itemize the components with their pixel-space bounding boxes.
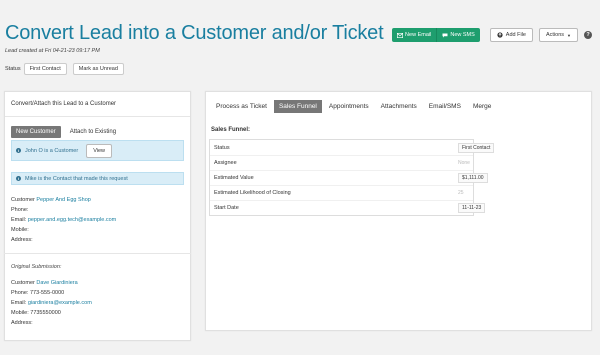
customer-subtabs: New Customer Attach to Existing [11,126,121,138]
new-email-label: New Email [405,32,432,38]
orig-mobile-row: Mobile: 7735550000 [11,310,61,316]
contact-alert: i Mike is the Contact that made this req… [11,172,184,185]
envelope-icon [397,32,404,38]
new-sms-label: New SMS [450,32,475,38]
funnel-row-start-date: Start Date 11-11-23 [210,200,486,215]
top-actions: New Email New SMS Add File Actions ▼ ? [392,28,592,42]
customer-email-link[interactable]: pepper.and.egg.tech@example.com [28,217,116,223]
actions-dropdown[interactable]: Actions ▼ [538,28,578,42]
orig-customer-link[interactable]: Dave Giardiniera [36,280,77,286]
status-badge[interactable]: First Contact [23,63,67,75]
customer-alert-text: John O is a Customer [25,147,79,154]
view-customer-button[interactable]: View [86,143,113,158]
funnel-estimated-value[interactable]: $1,111.00 [458,173,488,183]
customer-row: Customer Pepper And Egg Shop [11,197,91,203]
tab-sales-funnel[interactable]: Sales Funnel [273,100,322,113]
caret-down-icon: ▼ [567,32,571,38]
status-label: Status [5,66,21,72]
convert-panel-heading: Convert/Attach this Lead to a Customer [5,92,190,117]
tab-email-sms[interactable]: Email/SMS [424,100,466,113]
funnel-row-assignee: Assignee None [210,155,473,170]
customer-alert: i John O is a Customer View [11,140,184,161]
mark-unread-button[interactable]: Mark as Unread [72,63,124,75]
tab-merge[interactable]: Merge [468,100,496,113]
contact-alert-text: Mike is the Contact that made this reque… [25,175,128,182]
customer-link[interactable]: Pepper And Egg Shop [36,197,90,203]
tab-attachments[interactable]: Attachments [376,100,422,113]
funnel-key: Start Date [214,205,239,211]
email-row: Email: pepper.and.egg.tech@example.com [11,217,117,223]
funnel-assignee-value[interactable]: None [458,160,470,166]
orig-customer-row: Customer Dave Giardiniera [11,280,78,286]
lead-tabs: Process as Ticket Sales Funnel Appointme… [211,100,496,113]
new-email-button[interactable]: New Email [392,28,436,42]
orig-email-link[interactable]: giardiniera@example.com [28,300,92,306]
sales-funnel-label: Sales Funnel: [211,127,251,133]
funnel-row-likelihood: Estimated Likelihood of Closing 25 [210,185,473,200]
tab-new-customer[interactable]: New Customer [11,126,61,138]
message-button-group: New Email New SMS [392,28,480,42]
add-file-button[interactable]: Add File [489,28,533,42]
funnel-row-estimated-value: Estimated Value $1,111.00 [210,170,488,185]
address-row: Address: [11,237,33,243]
funnel-start-date-value[interactable]: 11-11-23 [458,203,486,213]
orig-email-row: Email: giardiniera@example.com [11,300,92,306]
funnel-key: Assignee [214,160,237,166]
new-sms-button[interactable]: New SMS [436,28,479,42]
page-title: Convert Lead into a Customer and/or Tick… [5,22,384,44]
info-icon: i [16,176,21,181]
orig-address-row: Address: [11,320,33,326]
original-details: Customer Dave Giardiniera Phone: 773-555… [11,278,92,328]
tab-appointments[interactable]: Appointments [324,100,374,113]
actions-label: Actions [545,32,565,38]
sales-funnel-table: Status First Contact Assignee None Estim… [209,139,495,216]
customer-details: Customer Pepper And Egg Shop Phone: Emai… [11,195,116,245]
status-row: Status First Contact Mark as Unread [5,63,124,75]
add-file-label: Add File [505,32,526,38]
funnel-key: Status [214,144,230,151]
help-icon[interactable]: ? [584,31,592,39]
funnel-key: Estimated Value [214,175,254,181]
tab-process-ticket[interactable]: Process as Ticket [211,100,272,113]
tab-attach-existing[interactable]: Attach to Existing [65,126,121,138]
funnel-likelihood-value[interactable]: 25 [458,190,464,196]
mobile-row: Mobile: [11,227,29,233]
info-icon: i [16,148,21,153]
funnel-status-value[interactable]: First Contact [458,142,495,153]
funnel-row-status: Status First Contact [210,140,495,155]
lead-created-subtitle: Lead created at Fri 04-21-23 09:17 PM [5,48,100,54]
divider [4,253,191,254]
phone-row: Phone: [11,207,29,213]
chat-icon [442,33,448,38]
funnel-key: Estimated Likelihood of Closing [214,190,291,196]
orig-phone-row: Phone: 773-555-0000 [11,290,65,296]
upload-icon [497,32,503,38]
original-submission-label: Original Submission: [11,264,62,270]
